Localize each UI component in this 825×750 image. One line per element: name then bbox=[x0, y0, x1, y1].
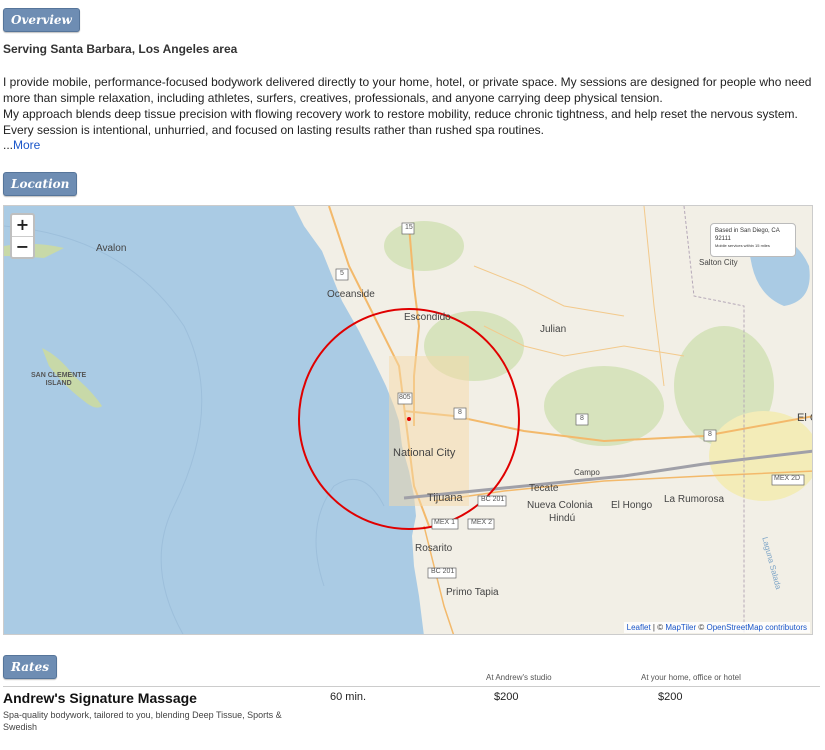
info-zip: 92111 bbox=[715, 236, 731, 242]
place-label: Hindú bbox=[549, 513, 576, 524]
attribution-separator: | © bbox=[650, 623, 666, 632]
leaflet-link[interactable]: Leaflet bbox=[627, 623, 651, 632]
shield-label: 805 bbox=[399, 394, 411, 401]
place-label: El C bbox=[797, 412, 812, 424]
more-line: ...More bbox=[3, 138, 40, 152]
rates-badge: Rates bbox=[3, 655, 57, 679]
shield-label: 8 bbox=[708, 431, 712, 438]
location-info-box: Based in San Diego, CA 92111 Mobile serv… bbox=[710, 223, 796, 257]
urban-area bbox=[389, 356, 469, 506]
more-prefix: ... bbox=[3, 138, 14, 152]
location-badge: Location bbox=[3, 172, 78, 196]
service-price-studio: $200 bbox=[494, 691, 519, 703]
attribution-separator: © bbox=[696, 623, 707, 632]
map-attribution: Leaflet | © MapTiler © OpenStreetMap con… bbox=[623, 622, 810, 633]
shield-label: BC 201 bbox=[481, 496, 505, 503]
service-area-map[interactable]: 15 5 805 8 8 8 BC 201 MEX 1 MEX 2 BC 201… bbox=[3, 205, 813, 635]
pacific-ocean bbox=[4, 206, 424, 634]
overview-paragraph: I provide mobile, performance-focused bo… bbox=[3, 75, 812, 105]
place-label: El Hongo bbox=[611, 500, 653, 511]
place-label: Primo Tapia bbox=[446, 587, 499, 598]
place-label: Oceanside bbox=[327, 289, 375, 300]
forest-area bbox=[544, 366, 664, 446]
place-label: Nueva Colonia bbox=[527, 500, 593, 511]
place-label: La Rumorosa bbox=[664, 494, 725, 505]
forest-area bbox=[384, 221, 464, 271]
osm-link[interactable]: OpenStreetMap contributors bbox=[707, 623, 808, 632]
service-price-home: $200 bbox=[658, 691, 683, 703]
shield-label: 15 bbox=[405, 224, 413, 231]
place-label: Escondido bbox=[404, 312, 451, 323]
zoom-out-button[interactable]: − bbox=[12, 236, 33, 257]
place-label: Campo bbox=[574, 468, 600, 477]
rates-divider bbox=[3, 686, 820, 687]
column-header-studio: At Andrew's studio bbox=[486, 673, 552, 682]
shield-label: MEX 1 bbox=[434, 519, 456, 526]
service-description: Spa-quality bodywork, tailored to you, b… bbox=[3, 710, 282, 732]
overview-badge: Overview bbox=[3, 8, 80, 32]
place-label: Avalon bbox=[96, 243, 127, 254]
zoom-control: + − bbox=[10, 213, 35, 259]
shield-label: MEX 2 bbox=[471, 519, 493, 526]
service-duration: 60 min. bbox=[330, 691, 367, 703]
place-label: Tijuana bbox=[427, 492, 463, 504]
location-marker[interactable] bbox=[407, 417, 411, 421]
column-header-home: At your home, office or hotel bbox=[641, 673, 741, 682]
place-label: Julian bbox=[540, 324, 567, 335]
overview-text: I provide mobile, performance-focused bo… bbox=[3, 74, 818, 138]
shield-label: BC 201 bbox=[431, 568, 455, 575]
local-road bbox=[643, 206, 665, 387]
shield-label: 8 bbox=[580, 415, 584, 422]
island-label-line: SAN CLEMENTE bbox=[31, 372, 87, 379]
service-name: Andrew's Signature Massage bbox=[3, 690, 197, 706]
shield-label: MEX 2D bbox=[774, 475, 801, 482]
shield-label: 8 bbox=[458, 409, 462, 416]
island-label: SAN CLEMENTE ISLAND bbox=[31, 372, 86, 388]
place-label: National City bbox=[393, 447, 456, 459]
local-road bbox=[473, 265, 625, 317]
info-city: Based in San Diego, CA bbox=[715, 228, 780, 234]
place-label: Tecate bbox=[529, 483, 559, 494]
island-label-line: ISLAND bbox=[45, 380, 72, 387]
place-label: Salton City bbox=[699, 258, 738, 267]
map-tiles bbox=[4, 206, 812, 634]
service-area-heading: Serving Santa Barbara, Los Angeles area bbox=[3, 42, 238, 56]
more-link[interactable]: More bbox=[13, 138, 40, 152]
overview-paragraph: My approach blends deep tissue precision… bbox=[3, 107, 798, 137]
maptiler-link[interactable]: MapTiler bbox=[665, 623, 696, 632]
shield-label: 5 bbox=[340, 270, 344, 277]
zoom-in-button[interactable]: + bbox=[12, 215, 33, 236]
place-label: Rosarito bbox=[415, 543, 453, 554]
info-radius: Mobile services within 15 miles bbox=[715, 243, 770, 248]
